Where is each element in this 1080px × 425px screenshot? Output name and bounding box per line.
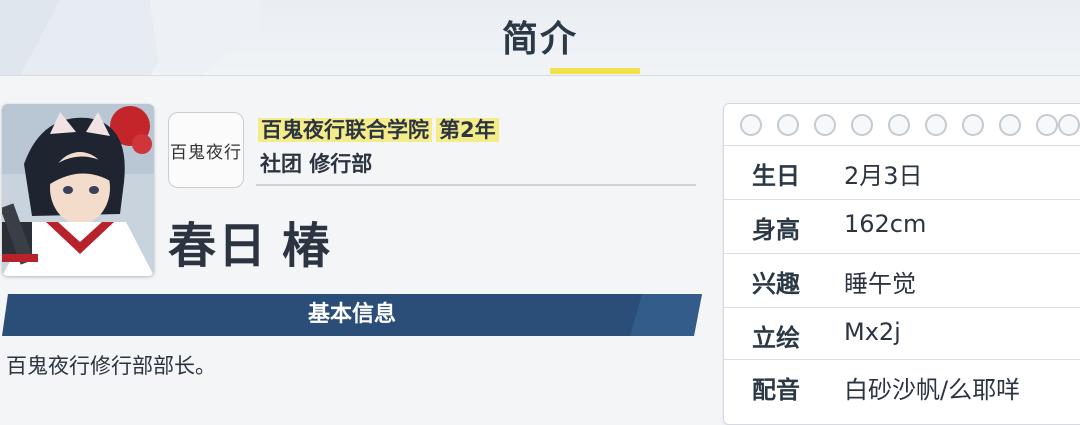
profile-row-illustrator: 立绘 Mx2j (724, 307, 1080, 360)
student-family-name: 春日 (168, 218, 269, 274)
student-given-name: 椿 (282, 218, 333, 274)
binding-hole (888, 114, 910, 136)
profile-row-birthday: 生日 2月3日 (724, 145, 1080, 198)
school-emblem-text: 百鬼夜行 (170, 142, 242, 163)
school-affiliation: 百鬼夜行联合学院 第2年 (258, 114, 499, 144)
profile-row-hobby: 兴趣 睡午觉 (724, 253, 1080, 306)
profile-value: 2月3日 (844, 162, 923, 190)
binding-hole (925, 114, 947, 136)
profile-value: 162cm (844, 210, 927, 238)
profile-value: 白砂沙帆/么耶咩 (844, 376, 1021, 404)
binding-hole (740, 114, 762, 136)
page-title: 简介 (501, 19, 578, 60)
school-name: 百鬼夜行联合学院 (258, 118, 432, 142)
profile-key: 立绘 (752, 324, 800, 352)
basic-info-label: 基本信息 (307, 302, 396, 327)
school-emblem: 百鬼夜行 (168, 112, 244, 188)
name-divider (256, 184, 696, 186)
header-divider (0, 75, 1080, 76)
binding-hole (1036, 114, 1058, 136)
profile-value: Mx2j (844, 318, 901, 346)
student-description: 百鬼夜行修行部部长。 (6, 354, 216, 378)
profile-row-voice: 配音 白砂沙帆/么耶咩 (724, 359, 1080, 406)
portrait-illustration (2, 104, 154, 276)
profile-key: 配音 (752, 376, 800, 404)
profile-key: 兴趣 (752, 270, 800, 298)
profile-key: 身高 (752, 216, 800, 244)
profile-value: 睡午觉 (844, 270, 916, 298)
student-name: 春日椿 (168, 206, 332, 276)
binding-hole (962, 114, 984, 136)
title-underline (550, 68, 640, 74)
student-portrait[interactable] (2, 104, 154, 276)
binding-hole (999, 114, 1021, 136)
school-grade: 第2年 (436, 118, 499, 142)
binding-hole (777, 114, 799, 136)
binding-hole (814, 114, 836, 136)
profile-row-height: 身高 162cm (724, 199, 1080, 252)
club-name: 社团 修行部 (260, 152, 373, 176)
binding-hole (1058, 114, 1080, 136)
binding-hole (851, 114, 873, 136)
profile-key: 生日 (752, 162, 800, 190)
